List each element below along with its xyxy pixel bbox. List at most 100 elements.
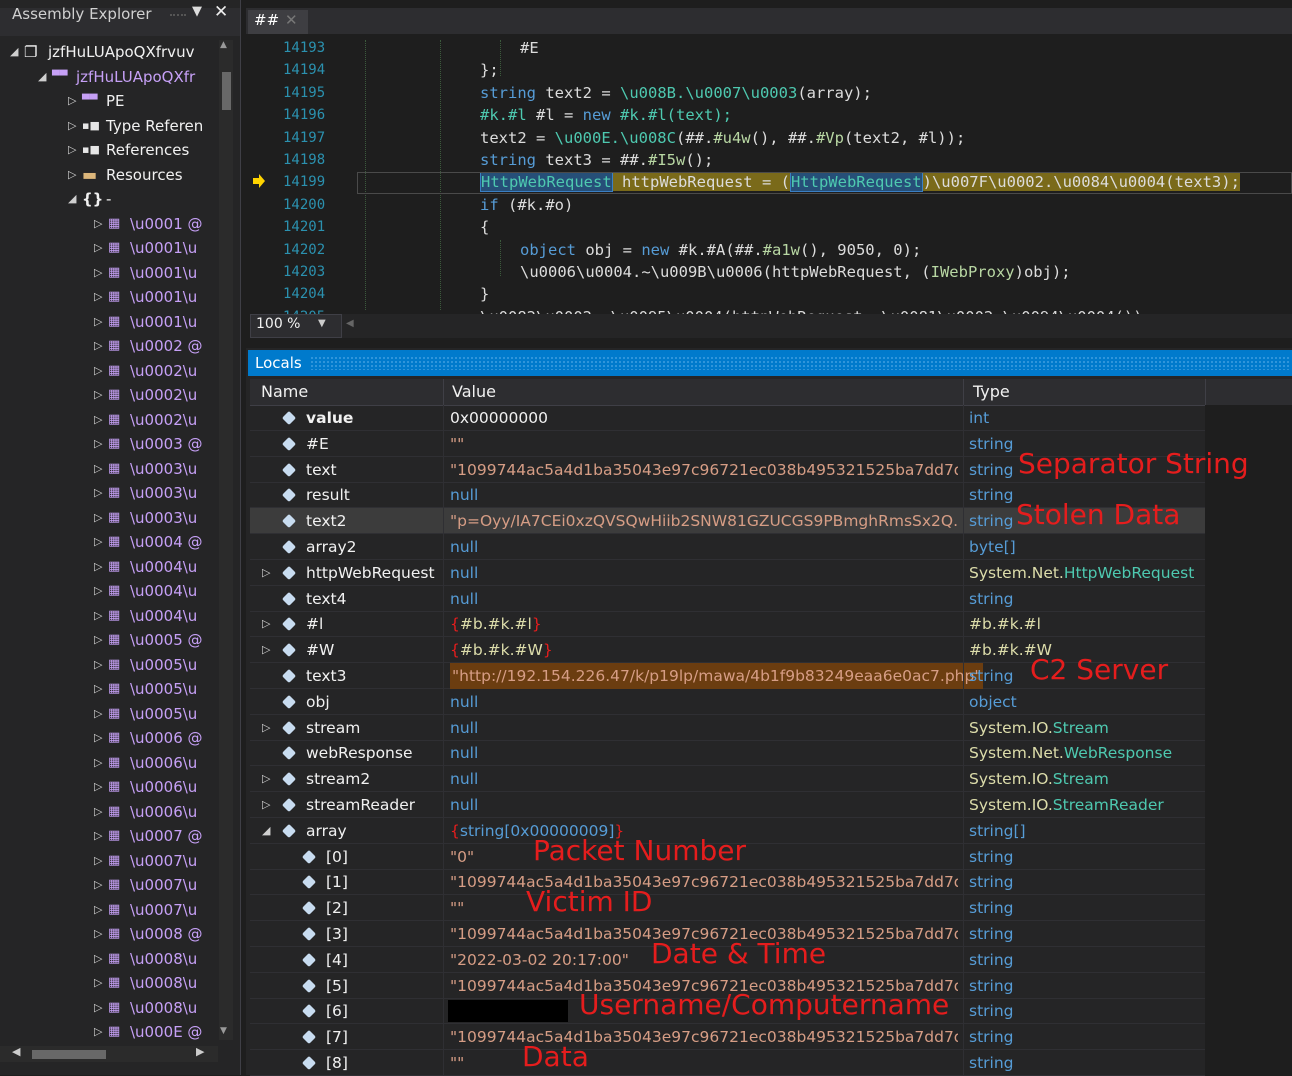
tree-node[interactable]: ▷ ▦ \u0007\u — [0, 849, 218, 873]
code-line[interactable]: string text3 = ##.#I5w(); — [480, 151, 713, 169]
tree-node-label[interactable]: Resources — [106, 163, 183, 187]
expand-closed-icon[interactable]: ▷ — [94, 457, 102, 481]
expand-closed-icon[interactable]: ▷ — [94, 408, 102, 432]
tree-node[interactable]: ◢ {} - — [0, 187, 218, 211]
chevron-down-icon[interactable]: ▼ — [318, 318, 326, 329]
tree-node-label[interactable]: Type Referen — [106, 114, 203, 138]
tree-node-label[interactable]: \u0007\u — [130, 898, 197, 922]
expand-closed-icon[interactable]: ▷ — [94, 898, 102, 922]
column-header-type[interactable]: Type — [973, 382, 1010, 401]
tree-node[interactable]: ▷ ▦ \u0007\u — [0, 898, 218, 922]
local-value[interactable]: null — [450, 689, 958, 715]
expand-closed-icon[interactable]: ▷ — [94, 849, 102, 873]
tree-node[interactable]: ▷ ▦ \u0001 @ — [0, 212, 218, 236]
tree-vertical-scroll-thumb[interactable] — [222, 72, 231, 110]
expand-closed-icon[interactable]: ▷ — [68, 114, 76, 138]
tree-node-label[interactable]: \u0008\u — [130, 947, 197, 971]
tree-node-label[interactable]: jzfHuLUApoQXfr — [76, 65, 195, 89]
locals-row[interactable]: ▷ stream null System.IO.Stream — [250, 715, 1205, 741]
tree-node[interactable]: ▷ ▦ \u0004\u — [0, 579, 218, 603]
tree-node[interactable]: ▷ ▦ \u0002\u — [0, 408, 218, 432]
expand-closed-icon[interactable]: ▷ — [94, 971, 102, 995]
tree-node-label[interactable]: \u0002 @ — [130, 334, 203, 358]
tree-node[interactable]: ▷ ▦ \u0007\u — [0, 873, 218, 897]
tree-node-label[interactable]: \u0001\u — [130, 285, 197, 309]
locals-row[interactable]: [2] "" string — [250, 895, 1205, 922]
tree-node-label[interactable]: \u0006\u — [130, 800, 197, 824]
local-value[interactable]: null — [450, 740, 958, 766]
expand-closed-icon[interactable]: ▷ — [94, 775, 102, 799]
tab-close-icon[interactable]: ✕ — [285, 11, 298, 29]
expand-closed-icon[interactable]: ▷ — [262, 566, 270, 579]
tree-node[interactable]: ▷ ▦ \u0001\u — [0, 310, 218, 334]
tree-node-label[interactable]: \u000E @ — [130, 1020, 202, 1044]
tree-node[interactable]: ▷ ▦ \u0008 @ — [0, 922, 218, 946]
expand-closed-icon[interactable]: ▷ — [94, 261, 102, 285]
local-value[interactable]: null — [450, 586, 958, 612]
local-value[interactable]: null — [450, 482, 958, 508]
expand-closed-icon[interactable]: ▷ — [94, 383, 102, 407]
column-header-value[interactable]: Value — [452, 382, 496, 401]
tree-node[interactable]: ▷ ▦ \u0006\u — [0, 775, 218, 799]
expand-closed-icon[interactable]: ▷ — [94, 628, 102, 652]
tree-node-label[interactable]: \u0008\u — [130, 971, 197, 995]
local-value[interactable]: "http://192.154.226.47/k/p19lp/mawa/4b1f… — [450, 663, 984, 689]
tree-node[interactable]: ▷ ▪■ Type Referen — [0, 114, 218, 138]
expand-open-icon[interactable]: ◢ — [10, 40, 18, 64]
expand-closed-icon[interactable]: ▷ — [94, 702, 102, 726]
local-value[interactable]: {#b.#k.#l} — [450, 611, 958, 637]
tree-node-label[interactable]: \u0007\u — [130, 873, 197, 897]
local-value[interactable]: "1099744ac5a4d1ba35043e97c96721ec038b495… — [450, 457, 958, 483]
tree-node[interactable]: ▷ ▦ \u0003\u — [0, 481, 218, 505]
tree-node[interactable]: ▷ ▀▀ PE — [0, 89, 218, 113]
code-line[interactable]: if (#k.#o) — [480, 196, 573, 214]
tree-horizontal-scroll-thumb[interactable] — [32, 1050, 106, 1059]
tree-node[interactable]: ▷ ▦ \u0003 @ — [0, 432, 218, 456]
locals-row[interactable]: value 0x00000000 int — [250, 405, 1205, 431]
tree-node[interactable]: ▷ ▦ \u0006\u — [0, 800, 218, 824]
scroll-left-icon[interactable]: ◀ — [12, 1045, 20, 1058]
local-value[interactable]: null — [450, 715, 958, 741]
expand-closed-icon[interactable]: ▷ — [262, 721, 270, 734]
column-divider[interactable] — [443, 379, 444, 405]
local-value[interactable]: null — [450, 766, 958, 792]
tree-node-label[interactable]: \u0006\u — [130, 751, 197, 775]
tree-node-label[interactable]: \u0003\u — [130, 457, 197, 481]
expand-open-icon[interactable]: ◢ — [38, 65, 46, 89]
tree-node[interactable]: ▷ ▦ \u0004 @ — [0, 530, 218, 554]
tree-node[interactable]: ▷ ▦ \u0004\u — [0, 604, 218, 628]
code-line[interactable]: string text2 = \u008B.\u0007\u0003(array… — [480, 84, 872, 102]
expand-closed-icon[interactable]: ▷ — [94, 530, 102, 554]
tree-node-label[interactable]: \u0008 @ — [130, 922, 203, 946]
tree-node-label[interactable]: \u0002\u — [130, 359, 197, 383]
expand-closed-icon[interactable]: ▷ — [94, 334, 102, 358]
tree-node[interactable]: ▷ ▦ \u0005\u — [0, 677, 218, 701]
tree-node-label[interactable]: \u0001\u — [130, 261, 197, 285]
expand-closed-icon[interactable]: ▷ — [94, 677, 102, 701]
expand-closed-icon[interactable]: ▷ — [68, 163, 76, 187]
tree-node-label[interactable]: \u0002\u — [130, 383, 197, 407]
tree-node[interactable]: ▷ ▦ \u0006\u — [0, 751, 218, 775]
tree-node-label[interactable]: \u0004\u — [130, 604, 197, 628]
expand-closed-icon[interactable]: ▷ — [262, 798, 270, 811]
expand-closed-icon[interactable]: ▷ — [262, 772, 270, 785]
scroll-left-icon[interactable]: ◀ — [346, 318, 354, 329]
expand-closed-icon[interactable]: ▷ — [94, 481, 102, 505]
expand-closed-icon[interactable]: ▷ — [262, 643, 270, 656]
tree-node[interactable]: ◢ ❐ jzfHuLUApoQXfrvuv — [0, 40, 218, 64]
zoom-level[interactable]: 100 % — [256, 316, 300, 332]
code-line[interactable]: #k.#l #l = new #k.#l(text); — [480, 106, 732, 124]
expand-closed-icon[interactable]: ▷ — [94, 996, 102, 1020]
local-value[interactable]: null — [450, 534, 958, 560]
tree-node[interactable]: ▷ ▦ \u0007 @ — [0, 824, 218, 848]
tree-node[interactable]: ▷ ▬ Resources — [0, 163, 218, 187]
tree-node[interactable]: ▷ ▦ \u0005 @ — [0, 628, 218, 652]
tree-node-label[interactable]: \u0005 @ — [130, 628, 203, 652]
expand-open-icon[interactable]: ◢ — [262, 824, 270, 837]
expand-closed-icon[interactable]: ▷ — [94, 873, 102, 897]
expand-closed-icon[interactable]: ▷ — [94, 285, 102, 309]
tree-node-label[interactable]: \u0005\u — [130, 677, 197, 701]
local-value[interactable]: 0x00000000 — [450, 405, 958, 431]
tree-node-label[interactable]: \u0007 @ — [130, 824, 203, 848]
tree-node[interactable]: ▷ ▪■ References — [0, 138, 218, 162]
